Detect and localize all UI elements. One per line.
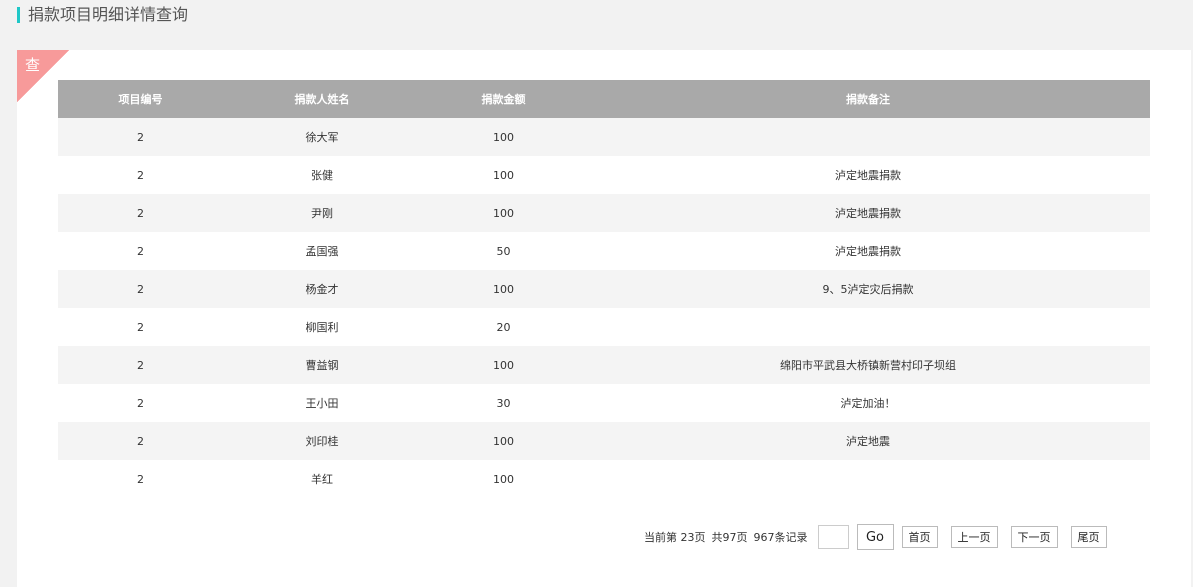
cell-remark xyxy=(586,460,1150,498)
cell-remark xyxy=(586,308,1150,346)
table-row: 2 杨金才 100 9、5泸定灾后捐款 xyxy=(58,270,1150,308)
column-header-donor-name: 捐款人姓名 xyxy=(223,80,421,118)
donation-table: 项目编号 捐款人姓名 捐款金额 捐款备注 2 徐大军 100 2 张健 100 泸定地震捐款… xyxy=(58,80,1150,498)
cell-donor-name: 徐大军 xyxy=(223,118,421,156)
cell-amount: 100 xyxy=(421,346,586,384)
current-page-text: 当前第 23页 xyxy=(644,531,706,544)
page-title: 捐款项目明细详情查询 xyxy=(28,5,189,24)
total-pages-text: 共97页 xyxy=(711,531,748,544)
cell-project-no: 2 xyxy=(58,270,223,308)
table-row: 2 张健 100 泸定地震捐款 xyxy=(58,156,1150,194)
table-row: 2 曹益钢 100 绵阳市平武县大桥镇新营村印子坝组 xyxy=(58,346,1150,384)
column-header-amount: 捐款金额 xyxy=(421,80,586,118)
cell-remark xyxy=(586,118,1150,156)
cell-remark: 9、5泸定灾后捐款 xyxy=(586,270,1150,308)
corner-tag-label: 查 xyxy=(25,56,41,74)
query-panel: 查 项目编号 捐款人姓名 捐款金额 捐款备注 2 徐大军 100 2 张健 100 泸定地震… xyxy=(17,50,1191,587)
cell-project-no: 2 xyxy=(58,156,223,194)
go-button[interactable]: Go xyxy=(856,524,894,550)
cell-remark: 绵阳市平武县大桥镇新营村印子坝组 xyxy=(586,346,1150,384)
cell-amount: 20 xyxy=(421,308,586,346)
cell-donor-name: 羊红 xyxy=(223,460,421,498)
cell-donor-name: 张健 xyxy=(223,156,421,194)
page-jump-input[interactable] xyxy=(817,525,849,549)
cell-donor-name: 孟国强 xyxy=(223,232,421,270)
table-row: 2 刘印桂 100 泸定地震 xyxy=(58,422,1150,460)
cell-remark: 泸定地震捐款 xyxy=(586,194,1150,232)
cell-project-no: 2 xyxy=(58,308,223,346)
cell-amount: 100 xyxy=(421,156,586,194)
cell-donor-name: 尹刚 xyxy=(223,194,421,232)
table-row: 2 王小田 30 泸定加油！ xyxy=(58,384,1150,422)
cell-project-no: 2 xyxy=(58,422,223,460)
cell-project-no: 2 xyxy=(58,118,223,156)
title-accent-bar xyxy=(17,7,20,23)
prev-page-button[interactable]: 上一页 xyxy=(950,526,998,548)
table-row: 2 羊红 100 xyxy=(58,460,1150,498)
cell-amount: 100 xyxy=(421,422,586,460)
cell-remark: 泸定加油！ xyxy=(586,384,1150,422)
cell-project-no: 2 xyxy=(58,384,223,422)
cell-amount: 100 xyxy=(421,194,586,232)
column-header-project-no: 项目编号 xyxy=(58,80,223,118)
total-records-text: 967条记录 xyxy=(753,531,808,544)
pagination: 当前第 23页 共97页 967条记录 Go 首页 上一页 下一页 尾页 xyxy=(644,524,1120,550)
cell-amount: 100 xyxy=(421,460,586,498)
cell-project-no: 2 xyxy=(58,194,223,232)
next-page-button[interactable]: 下一页 xyxy=(1010,526,1058,548)
cell-amount: 100 xyxy=(421,118,586,156)
table-body: 2 徐大军 100 2 张健 100 泸定地震捐款 2 尹刚 100 泸定地震捐款 2 孟国强 50 泸定地… xyxy=(58,118,1150,498)
cell-donor-name: 杨金才 xyxy=(223,270,421,308)
cell-donor-name: 王小田 xyxy=(223,384,421,422)
cell-remark: 泸定地震 xyxy=(586,422,1150,460)
table-row: 2 柳国利 20 xyxy=(58,308,1150,346)
cell-project-no: 2 xyxy=(58,460,223,498)
cell-amount: 50 xyxy=(421,232,586,270)
table-row: 2 徐大军 100 xyxy=(58,118,1150,156)
first-page-button[interactable]: 首页 xyxy=(901,526,938,548)
cell-donor-name: 柳国利 xyxy=(223,308,421,346)
table-header-row: 项目编号 捐款人姓名 捐款金额 捐款备注 xyxy=(58,80,1150,118)
cell-amount: 100 xyxy=(421,270,586,308)
cell-remark: 泸定地震捐款 xyxy=(586,232,1150,270)
cell-donor-name: 曹益钢 xyxy=(223,346,421,384)
page-header: 捐款项目明细详情查询 xyxy=(17,6,188,24)
cell-remark: 泸定地震捐款 xyxy=(586,156,1150,194)
table-row: 2 尹刚 100 泸定地震捐款 xyxy=(58,194,1150,232)
table-row: 2 孟国强 50 泸定地震捐款 xyxy=(58,232,1150,270)
cell-project-no: 2 xyxy=(58,346,223,384)
cell-project-no: 2 xyxy=(58,232,223,270)
last-page-button[interactable]: 尾页 xyxy=(1070,526,1107,548)
cell-donor-name: 刘印桂 xyxy=(223,422,421,460)
cell-amount: 30 xyxy=(421,384,586,422)
column-header-remark: 捐款备注 xyxy=(586,80,1150,118)
